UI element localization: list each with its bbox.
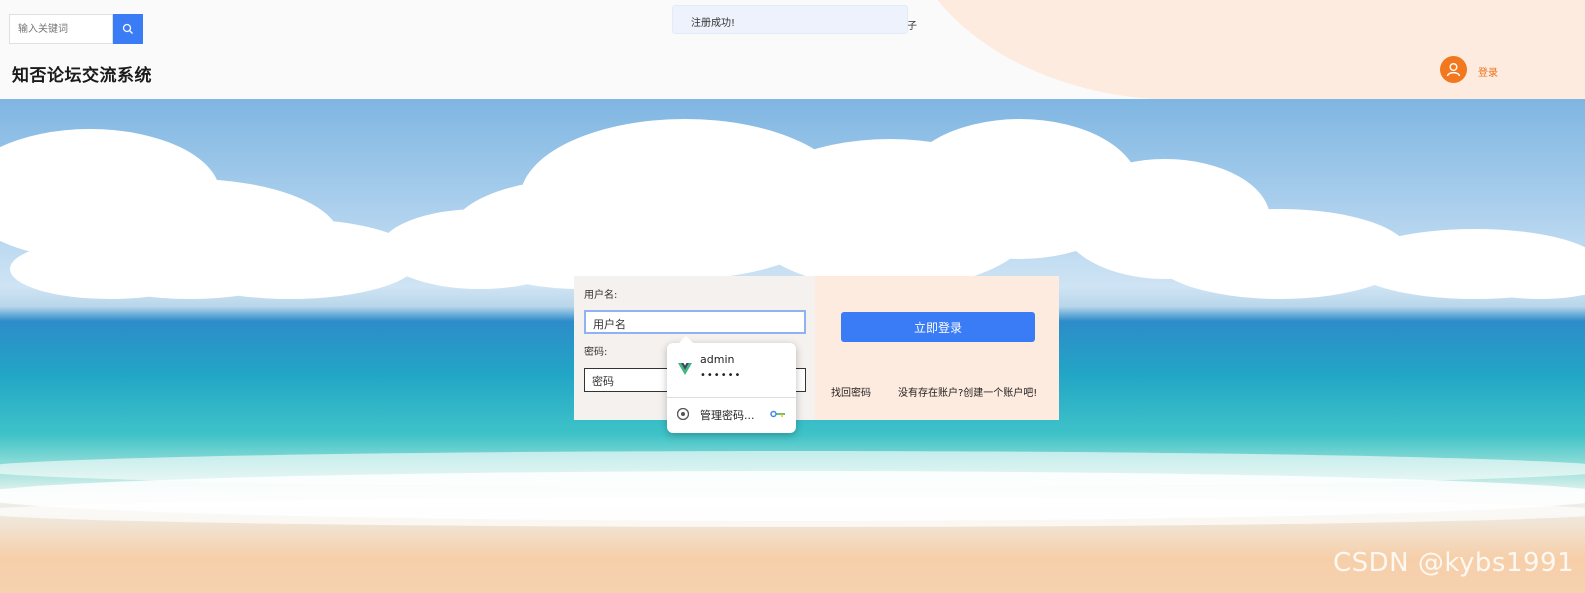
header-login-link[interactable]: 登录 xyxy=(1478,64,1498,79)
watermark: CSDN @kybs1991 xyxy=(1333,548,1575,578)
password-field-value: 密码 xyxy=(592,375,614,388)
site-title: 知否论坛交流系统 xyxy=(12,66,152,86)
login-submit-button[interactable]: 立即登录 xyxy=(841,312,1035,342)
search-input[interactable] xyxy=(9,14,113,44)
saved-username: admin xyxy=(700,353,735,366)
popup-divider xyxy=(667,397,796,398)
search-button[interactable] xyxy=(113,14,143,44)
saved-password-mask: •••••• xyxy=(700,370,742,381)
username-label: 用户名: xyxy=(584,290,618,301)
login-panel: 用户名: 用户名 密码: 密码 立即登录 找回密码 没有存在账户?创建一个账户吧… xyxy=(574,276,1059,420)
avatar[interactable] xyxy=(1440,56,1467,83)
search-icon xyxy=(122,23,133,34)
vue-logo-icon xyxy=(678,363,692,375)
header-clipped-text: 子 xyxy=(907,21,917,32)
toast-message: 注册成功! xyxy=(691,18,736,29)
key-icon xyxy=(770,410,785,418)
saved-credential-item[interactable]: admin •••••• xyxy=(667,347,796,395)
password-autocomplete-popup: admin •••••• 管理密码... xyxy=(667,335,796,433)
username-field-value: 用户名 xyxy=(593,318,626,331)
user-icon xyxy=(1446,63,1461,77)
manage-passwords-label: 管理密码... xyxy=(700,409,755,422)
password-label: 密码: xyxy=(584,347,608,358)
username-field[interactable]: 用户名 xyxy=(584,310,806,334)
chrome-icon xyxy=(677,408,689,420)
manage-passwords-item[interactable]: 管理密码... xyxy=(667,399,796,429)
success-toast: 注册成功! xyxy=(672,5,908,34)
header-decoration xyxy=(900,0,1585,99)
register-link[interactable]: 没有存在账户?创建一个账户吧! xyxy=(898,384,1037,399)
header: 知否论坛交流系统 子 注册成功! 登录 xyxy=(0,0,1585,99)
forgot-password-link[interactable]: 找回密码 xyxy=(831,384,871,399)
